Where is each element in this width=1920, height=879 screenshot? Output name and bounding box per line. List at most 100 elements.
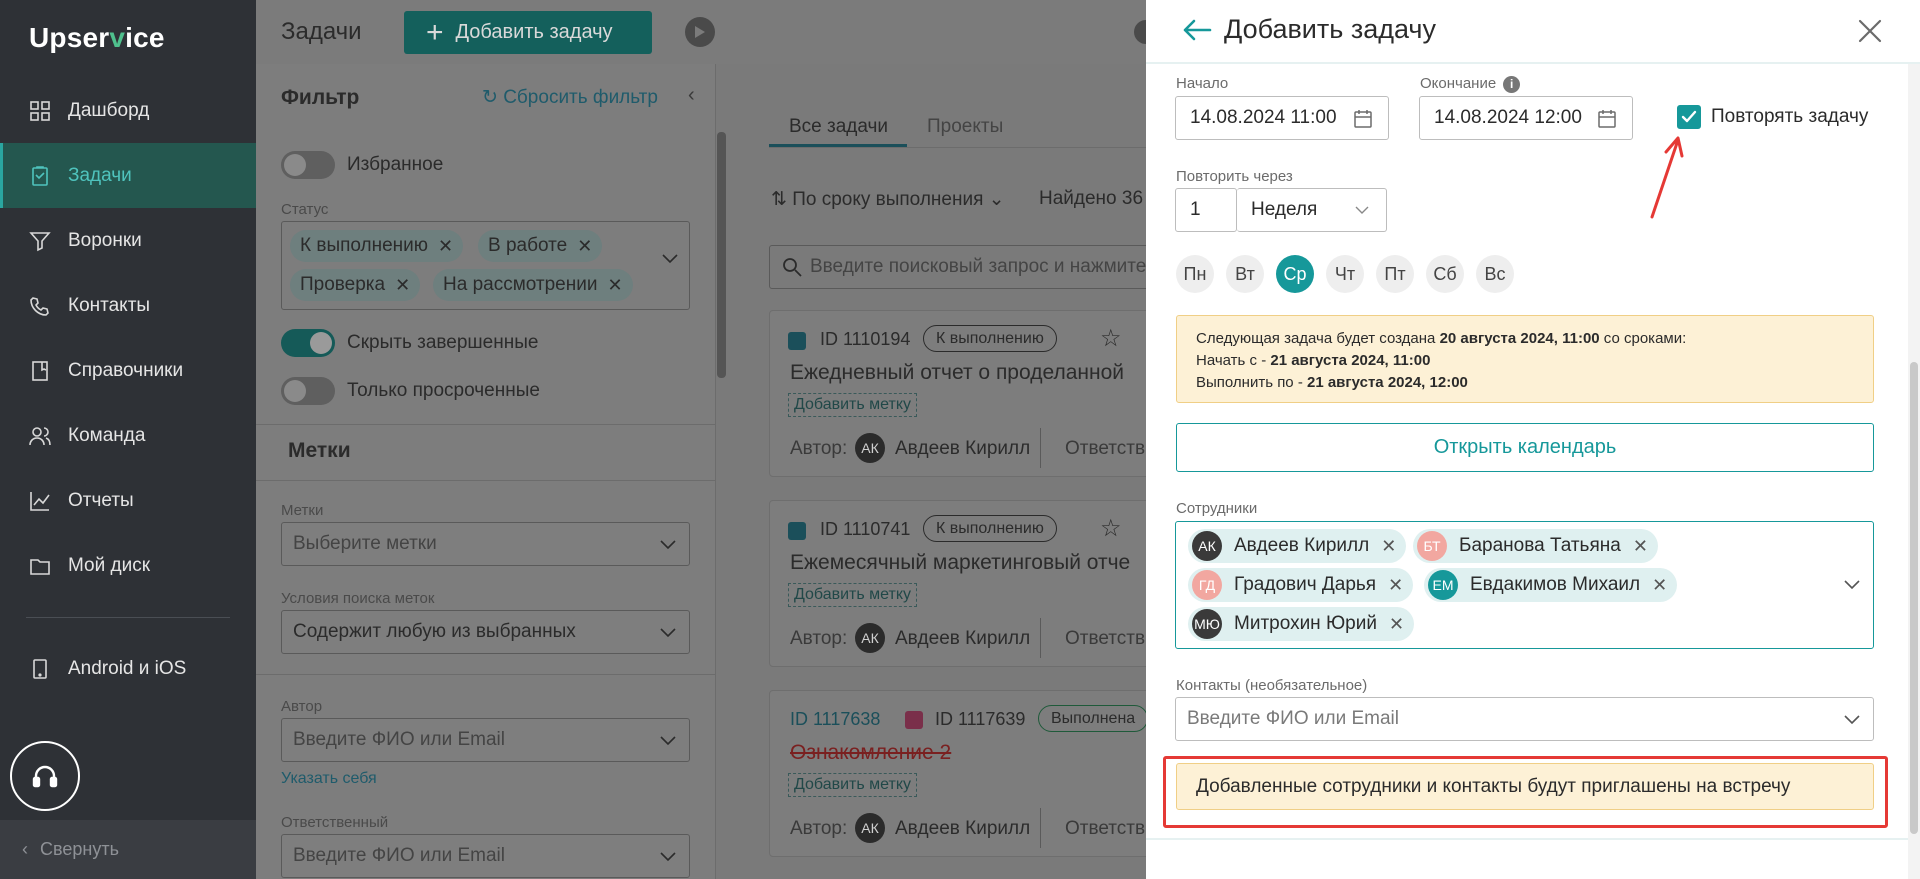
remove-icon[interactable]: ✕ <box>395 275 410 296</box>
status-select[interactable]: К выполнению ✕ В работе ✕ Проверка ✕ На рас… <box>281 221 690 310</box>
task-card[interactable]: ID 1117638 ID 1117639 Выполнена Ознакомл… <box>769 690 1146 857</box>
phone-icon <box>28 657 52 681</box>
support-button[interactable] <box>10 741 80 811</box>
star-icon[interactable]: ☆ <box>1100 514 1122 543</box>
sidebar-item-reports[interactable]: Отчеты <box>0 468 256 533</box>
sidebar-item-tasks[interactable]: Задачи <box>0 143 256 208</box>
sidebar-item-my-disk[interactable]: Мой диск <box>0 533 256 598</box>
remove-icon[interactable]: ✕ <box>1381 536 1396 557</box>
collapse-filter-icon[interactable]: ‹ <box>688 84 695 107</box>
reports-icon <box>28 489 52 513</box>
set-self-author-link[interactable]: Указать себя <box>281 770 377 788</box>
tags-label: Метки <box>281 502 324 519</box>
tab-all-tasks[interactable]: Все задачи <box>789 116 888 138</box>
only-overdue-toggle[interactable] <box>281 377 335 405</box>
divider <box>256 480 716 481</box>
start-date-value: 14.08.2024 11:00 <box>1190 107 1337 128</box>
avatar: АК <box>855 813 885 843</box>
chevron-left-icon: ‹ <box>22 839 28 859</box>
add-tag-button[interactable]: Добавить метку <box>788 583 918 607</box>
author-label: Автор <box>281 698 323 715</box>
author-name: Авдеев Кирилл <box>895 438 1031 459</box>
favorites-toggle[interactable] <box>281 151 335 179</box>
sidebar-divider <box>26 617 230 618</box>
contacts-input[interactable]: Введите ФИО или Email <box>1175 697 1874 741</box>
avatar: ЕМ <box>1428 570 1458 600</box>
remove-icon[interactable]: ✕ <box>1388 575 1403 596</box>
task-title[interactable]: Ознакомление 2 <box>790 741 951 765</box>
info-icon[interactable]: i <box>1503 76 1521 93</box>
next-task-info: Следующая задача будет создана 20 август… <box>1176 315 1874 403</box>
sidebar-item-mobile-apps[interactable]: Android и iOS <box>0 636 256 701</box>
author-prefix: Автор: <box>790 628 848 649</box>
tab-projects[interactable]: Проекты <box>927 116 1003 138</box>
employees-select[interactable]: АК Авдеев Кирилл ✕ БТ Баранова Татьяна ✕ ГД Г… <box>1175 521 1874 649</box>
tag-condition-label: Условия поиска меток <box>281 590 435 607</box>
responsible-prefix: Ответств <box>1065 628 1146 649</box>
start-date-input[interactable]: 14.08.2024 11:00 <box>1175 96 1389 140</box>
sort-dropdown[interactable]: ⇅ По сроку выполнения ⌄ <box>771 188 1005 211</box>
task-search-input[interactable]: Введите поисковый запрос и нажмите <box>769 245 1146 289</box>
remove-icon[interactable]: ✕ <box>1652 575 1667 596</box>
author-input[interactable]: Введите ФИО или Email <box>281 718 690 762</box>
back-arrow-icon[interactable] <box>1182 18 1212 42</box>
day-fri[interactable]: Пт <box>1376 255 1414 293</box>
hide-completed-toggle[interactable] <box>281 329 335 357</box>
parent-task-id[interactable]: ID 1117638 <box>790 709 880 730</box>
sidebar-item-funnels[interactable]: Воронки <box>0 208 256 273</box>
author-name: Авдеев Кирилл <box>895 818 1031 839</box>
tag-condition-select[interactable]: Содержит любую из выбранных <box>281 610 690 654</box>
author-prefix: Автор: <box>790 818 848 839</box>
task-type-icon <box>788 522 806 540</box>
app-logo[interactable]: Upservice <box>29 22 165 54</box>
filter-scrollbar[interactable] <box>717 132 726 378</box>
calendar-icon[interactable] <box>1353 109 1373 129</box>
responsible-placeholder: Введите ФИО или Email <box>293 845 505 866</box>
avatar: БТ <box>1417 531 1447 561</box>
add-tag-button[interactable]: Добавить метку <box>788 393 918 417</box>
remove-icon[interactable]: ✕ <box>1389 614 1404 635</box>
repeat-count-input[interactable]: 1 <box>1175 188 1237 232</box>
sidebar-item-contacts[interactable]: Контакты <box>0 273 256 338</box>
add-tag-button[interactable]: Добавить метку <box>788 773 918 797</box>
drawer-scrollbar-thumb[interactable] <box>1910 362 1918 834</box>
add-task-button[interactable]: + Добавить задачу <box>404 11 652 54</box>
remove-icon[interactable]: ✕ <box>1633 536 1648 557</box>
task-id: ID 1117639 <box>935 709 1026 729</box>
sidebar-item-dashboard[interactable]: Дашборд <box>0 78 256 143</box>
day-mon[interactable]: Пн <box>1176 255 1214 293</box>
task-title[interactable]: Ежедневный отчет о проделанной <box>790 361 1124 385</box>
remove-icon[interactable]: ✕ <box>577 236 592 257</box>
calendar-icon[interactable] <box>1597 109 1617 129</box>
status-chip: К выполнению ✕ <box>290 230 464 262</box>
remove-icon[interactable]: ✕ <box>438 236 453 257</box>
close-icon[interactable] <box>1856 17 1884 45</box>
collapse-sidebar-button[interactable]: ‹ Свернуть <box>0 820 256 879</box>
task-title[interactable]: Ежемесячный маркетинговый отче <box>790 551 1130 575</box>
chevron-down-icon[interactable] <box>1844 580 1860 590</box>
status-chip: В работе ✕ <box>478 230 603 262</box>
day-tue[interactable]: Вт <box>1226 255 1264 293</box>
filter-title: Фильтр <box>281 86 360 109</box>
day-sat[interactable]: Сб <box>1426 255 1464 293</box>
sidebar-item-team[interactable]: Команда <box>0 403 256 468</box>
responsible-prefix: Ответств <box>1065 818 1146 839</box>
reset-filter-link[interactable]: ↻ Сбросить фильтр <box>482 86 658 109</box>
sidebar-item-directories[interactable]: Справочники <box>0 338 256 403</box>
star-icon[interactable]: ☆ <box>1100 324 1122 353</box>
day-sun[interactable]: Вс <box>1476 255 1514 293</box>
end-date-input[interactable]: 14.08.2024 12:00 <box>1419 96 1633 140</box>
responsible-input[interactable]: Введите ФИО или Email <box>281 834 690 878</box>
repeat-task-checkbox[interactable] <box>1677 105 1701 129</box>
task-card[interactable]: ID 1110194 К выполнению ☆ Ежедневный отч… <box>769 310 1146 477</box>
tags-select[interactable]: Выберите метки <box>281 522 690 566</box>
play-video-button[interactable] <box>685 17 715 47</box>
day-thu[interactable]: Чт <box>1326 255 1364 293</box>
day-wed[interactable]: Ср <box>1276 255 1314 293</box>
open-calendar-button[interactable]: Открыть календарь <box>1176 423 1874 472</box>
repeat-unit-select[interactable]: Неделя <box>1237 188 1387 232</box>
task-card[interactable]: ID 1110741 К выполнению ☆ Ежемесячный ма… <box>769 500 1146 667</box>
sidebar-item-label: Отчеты <box>68 489 134 511</box>
remove-icon[interactable]: ✕ <box>607 275 622 296</box>
repeat-task-label[interactable]: Повторять задачу <box>1711 106 1868 128</box>
